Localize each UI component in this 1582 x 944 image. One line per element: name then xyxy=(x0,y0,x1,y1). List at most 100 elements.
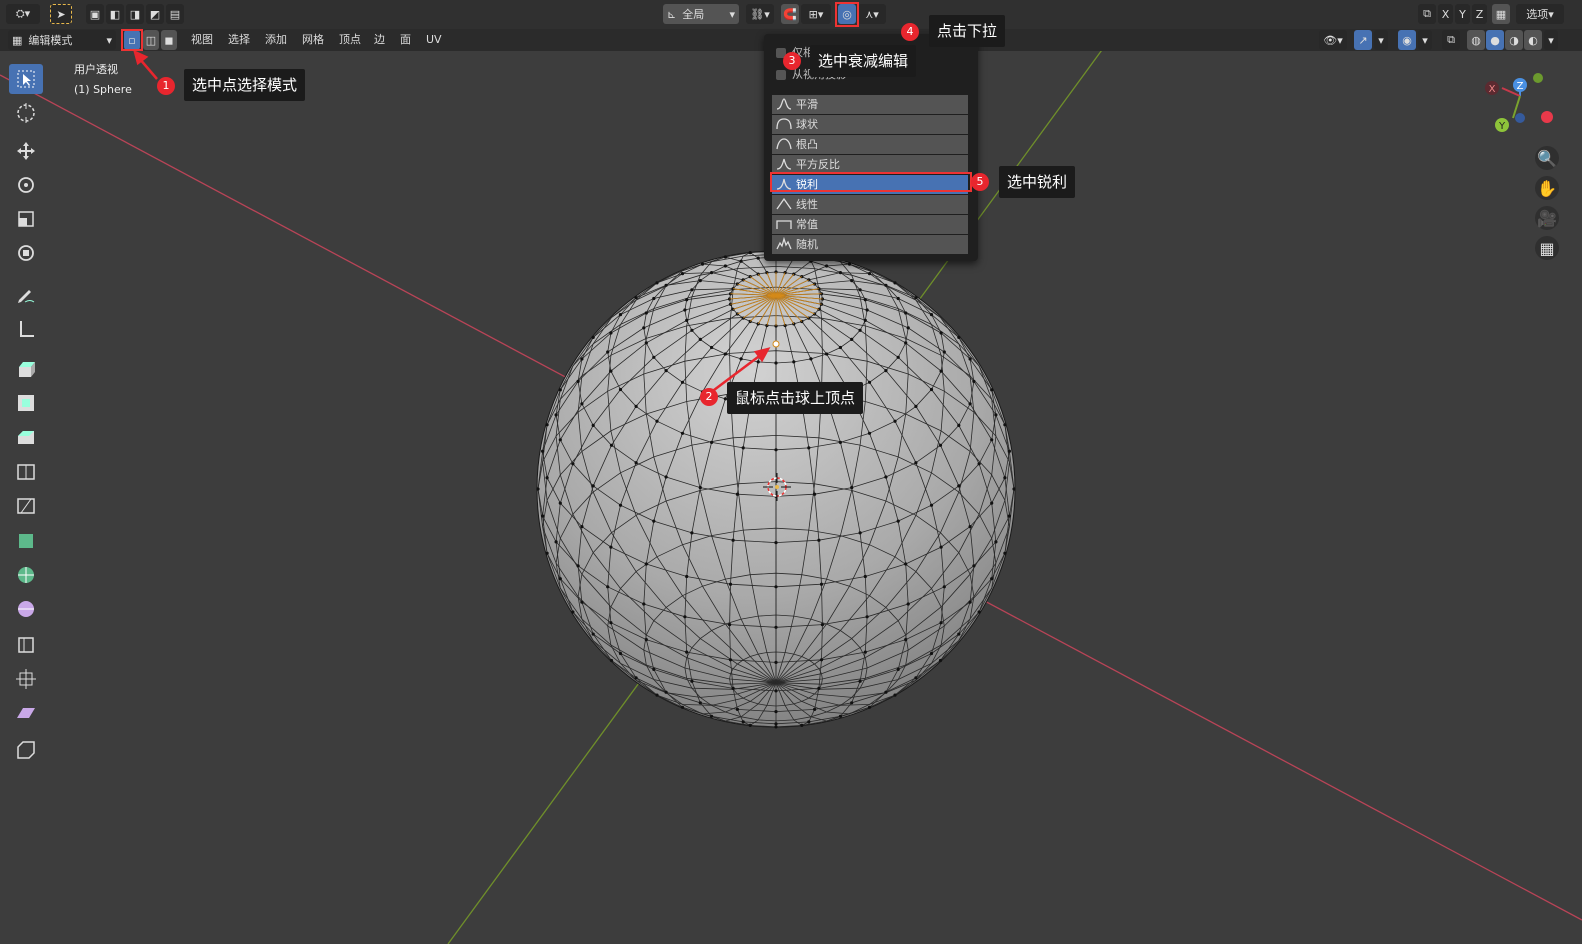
edge-slide-tool[interactable] xyxy=(9,630,43,660)
crosshair-icon xyxy=(17,103,35,123)
shear-tool[interactable] xyxy=(9,698,43,728)
overlays-toggle[interactable]: ◉ xyxy=(1398,30,1416,50)
gizmo-y-label: Y xyxy=(1498,121,1506,132)
falloff-item[interactable]: 随机 xyxy=(772,235,968,254)
falloff-item[interactable]: 平滑 xyxy=(772,95,968,114)
menu-edge[interactable]: 边 xyxy=(374,32,385,48)
edge-select-mode-button[interactable]: ◫ xyxy=(143,30,159,50)
select-mode-subtract-icon[interactable]: ◨ xyxy=(126,4,144,24)
select-mode-extend-icon[interactable]: ◧ xyxy=(106,4,124,24)
zoom-button[interactable]: 🔍 xyxy=(1535,146,1559,170)
annotation-marker-5: 5 xyxy=(971,173,989,191)
select-box-tool[interactable] xyxy=(9,64,43,94)
top-header-bar: ⛭▾ ➤ ▣ ◧ ◨ ◩ ▤ ⊾ 全局 ▾ ⛓▾ 🧲 ⊞▾ ◎ ⋏▾ ⧉ X Y… xyxy=(0,0,1582,29)
transform-tool[interactable] xyxy=(9,238,43,268)
menu-view[interactable]: 视图 xyxy=(191,32,213,48)
annotation-callout-3: 选中衰减编辑 xyxy=(810,45,917,77)
gizmo-dropdown[interactable]: ▾ xyxy=(1374,30,1388,50)
shrink-fatten-tool[interactable] xyxy=(9,664,43,694)
annotation-callout-4: 点击下拉 xyxy=(929,15,1006,47)
menu-select[interactable]: 选择 xyxy=(228,32,250,48)
measure-tool[interactable] xyxy=(9,314,43,344)
cursor-tool[interactable] xyxy=(9,98,43,128)
falloff-item-label: 平滑 xyxy=(796,98,818,111)
highlight-proportional-edit xyxy=(835,2,859,27)
selected-vertex xyxy=(772,340,780,348)
bevel-icon xyxy=(18,431,34,444)
mirror-x-button[interactable]: X xyxy=(1438,4,1453,24)
select-mode-invert-icon[interactable]: ◩ xyxy=(146,4,164,24)
shading-rendered-button[interactable]: ◐ xyxy=(1524,30,1542,50)
move-tool[interactable] xyxy=(9,136,43,166)
editor-type-icon[interactable]: ⛭▾ xyxy=(6,4,40,24)
falloff-item[interactable]: 线性 xyxy=(772,195,968,214)
menu-mesh[interactable]: 网格 xyxy=(302,32,324,48)
highlight-vertex-mode xyxy=(121,29,143,51)
inset-faces-tool[interactable] xyxy=(9,388,43,418)
extrude-region-tool[interactable] xyxy=(9,354,43,384)
navigation-gizmo[interactable]: Z X Y xyxy=(1482,68,1562,138)
mirror-y-button[interactable]: Y xyxy=(1455,4,1470,24)
smooth-curve-icon xyxy=(776,98,792,110)
gizmo-z-label: Z xyxy=(1517,81,1524,92)
shading-material-button[interactable]: ◑ xyxy=(1505,30,1523,50)
sphere-curve-icon xyxy=(776,118,792,130)
menu-uv[interactable]: UV xyxy=(426,32,442,48)
face-select-mode-button[interactable]: ◼ xyxy=(161,30,177,50)
mirror-z-button[interactable]: Z xyxy=(1472,4,1487,24)
select-tool-icon[interactable]: ➤ xyxy=(50,4,72,24)
options-dropdown[interactable]: 选项 ▾ xyxy=(1516,4,1564,24)
knife-tool[interactable] xyxy=(9,490,43,520)
transform-orientation-dropdown[interactable]: ⊾ 全局 ▾ xyxy=(663,4,739,24)
annotation-callout-2: 鼠标点击球上顶点 xyxy=(727,382,864,414)
loop-cut-icon xyxy=(17,464,35,480)
poly-build-icon xyxy=(19,534,33,548)
falloff-item-label: 随机 xyxy=(796,238,818,251)
snap-toggle-icon[interactable]: 🧲 xyxy=(781,4,799,24)
mirror-options-icon[interactable]: ⧉ xyxy=(1418,4,1436,24)
spin-tool[interactable] xyxy=(9,560,43,590)
gizmo-toggle[interactable]: ↗ xyxy=(1354,30,1372,50)
knife-icon xyxy=(17,498,35,514)
rip-region-tool[interactable] xyxy=(9,734,43,764)
visibility-dropdown[interactable]: 👁▾ xyxy=(1319,30,1347,50)
loop-cut-tool[interactable] xyxy=(9,456,43,486)
camera-view-button[interactable]: 🎥 xyxy=(1535,206,1559,230)
cursor-arrow-icon xyxy=(17,70,35,88)
shading-wireframe-button[interactable]: ◍ xyxy=(1467,30,1485,50)
select-mode-intersect-icon[interactable]: ▤ xyxy=(166,4,184,24)
menu-add[interactable]: 添加 xyxy=(265,32,287,48)
menu-face[interactable]: 面 xyxy=(400,32,411,48)
auto-merge-icon[interactable]: ▦ xyxy=(1492,4,1510,24)
falloff-item[interactable]: 根凸 xyxy=(772,135,968,154)
edge-slide-icon xyxy=(18,637,34,653)
annotation-marker-2: 2 xyxy=(700,388,718,406)
rotate-tool[interactable] xyxy=(9,170,43,200)
xray-toggle[interactable]: ⧉ xyxy=(1442,30,1460,50)
mode-dropdown[interactable]: ▦ 编辑模式 ▾ xyxy=(8,30,116,50)
spin-icon xyxy=(18,567,34,583)
falloff-item[interactable]: 常值 xyxy=(772,215,968,234)
overlays-dropdown[interactable]: ▾ xyxy=(1418,30,1432,50)
options-label: 选项 xyxy=(1526,8,1549,21)
checkbox-icon xyxy=(776,70,786,80)
snap-target-dropdown[interactable]: ⊞▾ xyxy=(801,4,831,24)
falloff-item[interactable]: 球状 xyxy=(772,115,968,134)
falloff-item-label: 线性 xyxy=(796,198,818,211)
annotation-callout-1: 选中点选择模式 xyxy=(184,69,306,101)
random-curve-icon xyxy=(776,237,792,250)
falloff-type-dropdown[interactable]: ⋏▾ xyxy=(858,4,886,24)
root-curve-icon xyxy=(776,138,792,150)
menu-vertex[interactable]: 顶点 xyxy=(339,32,361,48)
select-mode-new-icon[interactable]: ▣ xyxy=(86,4,104,24)
perspective-toggle-button[interactable]: ▦ xyxy=(1535,236,1559,260)
pivot-point-dropdown[interactable]: ⛓▾ xyxy=(746,4,774,24)
shading-solid-button[interactable]: ● xyxy=(1486,30,1504,50)
scale-tool[interactable] xyxy=(9,204,43,234)
smooth-tool[interactable] xyxy=(9,594,43,624)
shading-dropdown[interactable]: ▾ xyxy=(1544,30,1558,50)
annotate-tool[interactable] xyxy=(9,280,43,310)
bevel-tool[interactable] xyxy=(9,422,43,452)
poly-build-tool[interactable] xyxy=(9,526,43,556)
pan-hand-button[interactable]: ✋ xyxy=(1535,176,1559,200)
